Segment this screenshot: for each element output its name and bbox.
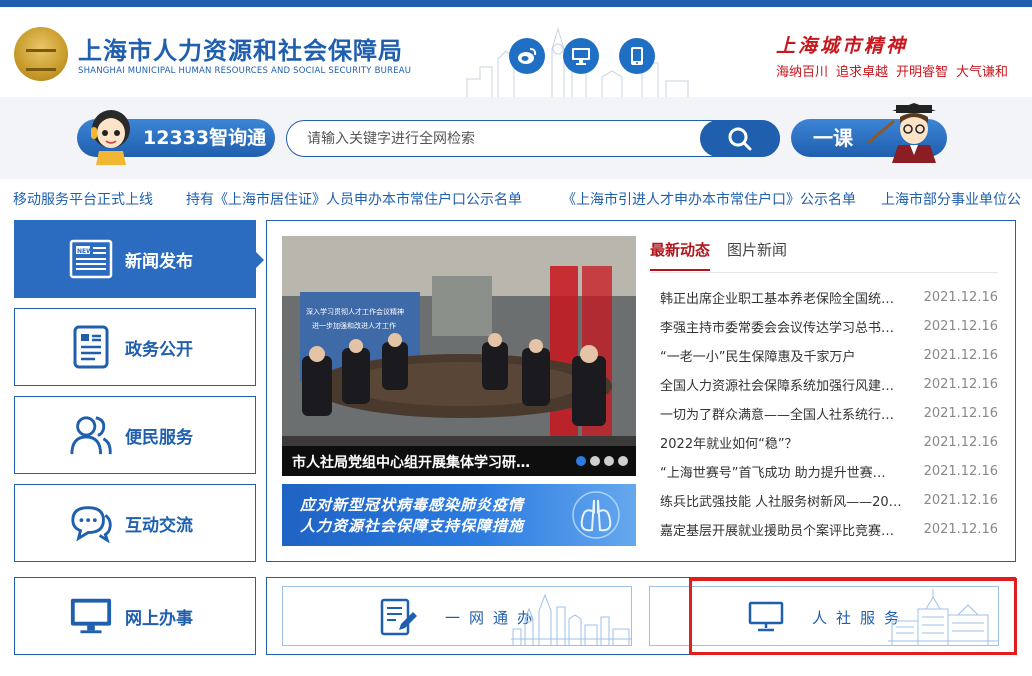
news-title[interactable]: 韩正出席企业职工基本养老保险全国统… (660, 288, 916, 307)
ticker-item[interactable]: 移动服务平台正式上线 (13, 189, 153, 209)
nav-label: 网上办事 (125, 608, 193, 629)
news-date: 2021.12.16 (923, 435, 998, 450)
highlight-box (689, 578, 1017, 655)
nav-label: 便民服务 (125, 427, 193, 448)
tab-photo-news[interactable]: 图片新闻 (727, 239, 787, 269)
nav-interaction[interactable]: 互动交流 (14, 484, 256, 562)
document-icon (69, 325, 113, 369)
one-stop-service-card[interactable]: 一网通办 (282, 586, 632, 646)
weibo-button[interactable] (509, 38, 545, 74)
news-title[interactable]: 2022年就业如何“稳”？ (660, 433, 916, 452)
site-title[interactable]: 上海市人力资源和社会保障局 (78, 31, 403, 66)
search-button[interactable] (700, 120, 780, 157)
svg-text:深入学习贯彻人才工作会议精神: 深入学习贯彻人才工作会议精神 (306, 307, 404, 316)
news-title[interactable]: 练兵比武强技能 人社服务树新风——20… (660, 491, 916, 510)
nav-public-services[interactable]: 便民服务 (14, 396, 256, 474)
ticker-item[interactable]: 《上海市引进人才申办本市常住户口》公示名单 (562, 189, 856, 209)
mobile-site-button[interactable] (619, 38, 655, 74)
nav-label: 政务公开 (125, 339, 193, 360)
site-header: 上海市人力资源和社会保障局 SHANGHAI MUNICIPAL HUMAN R… (0, 7, 1032, 103)
nav-label: 互动交流 (125, 515, 193, 536)
spirit-phrase: 大气谦和 (956, 65, 1009, 80)
photo-caption-bar: 市人社局党组中心组开展集体学习研… (282, 446, 636, 476)
chat-icon (69, 501, 113, 545)
search-input[interactable] (307, 121, 697, 156)
featured-news-photo[interactable]: 深入学习贯彻人才工作会议精神 进一步加强和改进人才工作 市人社局党组中心组开展集… (282, 236, 636, 476)
lungs-icon (572, 491, 620, 539)
news-list: 韩正出席企业职工基本养老保险全国统… 2021.12.16 李强主持市委常委会会议… (660, 283, 1000, 544)
spirit-phrase: 开明睿智 (896, 65, 949, 80)
news-item[interactable]: 嘉定基层开展就业援助员个案评比竞赛… 2021.12.16 (660, 515, 1000, 544)
news-date: 2021.12.16 (923, 522, 998, 537)
news-date: 2021.12.16 (923, 406, 998, 421)
news-title[interactable]: “上海世赛号”首飞成功 助力提升世赛… (660, 462, 916, 481)
news-panel: 深入学习贯彻人才工作会议精神 进一步加强和改进人才工作 市人社局党组中心组开展集… (266, 220, 1016, 562)
news-ticker: 移动服务平台正式上线 持有《上海市居住证》人员申办本市常住户口公示名单 《上海市… (0, 186, 1032, 212)
news-item[interactable]: 韩正出席企业职工基本养老保险全国统… 2021.12.16 (660, 283, 1000, 312)
form-edit-icon (380, 598, 417, 636)
news-item[interactable]: 一切为了群众满意——全国人社系统行… 2021.12.16 (660, 399, 1000, 428)
monitor-icon (69, 594, 113, 638)
news-item[interactable]: 李强主持市委常委会会议传达学习总书… 2021.12.16 (660, 312, 1000, 341)
news-item[interactable]: “一老一小”民生保障惠及千家万户 2021.12.16 (660, 341, 1000, 370)
mobile-phone-icon (631, 47, 643, 65)
search-band: 12333智询通 一课 (0, 97, 1032, 179)
carousel-dot[interactable] (618, 456, 628, 466)
carousel-dots (572, 456, 628, 466)
news-title[interactable]: “一老一小”民生保障惠及千家万户 (660, 346, 916, 365)
ticker-item[interactable]: 上海市部分事业单位公 (881, 189, 1021, 209)
news-date: 2021.12.16 (923, 319, 998, 334)
news-date: 2021.12.16 (923, 464, 998, 479)
desktop-icon (572, 48, 590, 65)
nav-online-services[interactable]: 网上办事 (14, 577, 256, 655)
news-title[interactable]: 全国人力资源社会保障系统加强行风建… (660, 375, 916, 394)
tab-latest-news[interactable]: 最新动态 (650, 239, 711, 271)
assistant-mascot-icon (91, 110, 130, 165)
bureau-emblem-icon[interactable] (14, 27, 68, 81)
banner-line: 人力资源社会保障支持保障措施 (300, 517, 525, 535)
news-icon: NEWS (69, 237, 113, 281)
people-icon (69, 413, 113, 457)
site-title-english: SHANGHAI MUNICIPAL HUMAN RESOURCES AND S… (78, 66, 412, 76)
news-date: 2021.12.16 (923, 493, 998, 508)
news-tabs: 最新动态 图片新闻 (650, 233, 998, 273)
city-spirit-phrases: 海纳百川 追求卓越 开明睿智 大气谦和 (776, 61, 1016, 80)
spirit-phrase: 海纳百川 (776, 65, 829, 80)
spirit-phrase: 追求卓越 (836, 65, 889, 80)
news-title[interactable]: 一切为了群众满意——全国人社系统行… (660, 404, 916, 423)
top-accent-bar (0, 0, 1032, 7)
search-box (286, 120, 780, 157)
photo-caption[interactable]: 市人社局党组中心组开展集体学习研… (292, 452, 530, 472)
search-icon (728, 127, 752, 150)
teacher-mascot-icon (867, 103, 936, 163)
news-item[interactable]: 2022年就业如何“稳”？ 2021.12.16 (660, 428, 1000, 457)
news-date: 2021.12.16 (923, 348, 998, 363)
carousel-dot[interactable] (576, 456, 586, 466)
ticker-item[interactable]: 持有《上海市居住证》人员申办本市常住户口公示名单 (186, 189, 522, 209)
skyline-illustration (511, 593, 631, 645)
weibo-icon (518, 48, 537, 64)
nav-government-affairs[interactable]: 政务公开 (14, 308, 256, 386)
svg-text:进一步加强和改进人才工作: 进一步加强和改进人才工作 (312, 321, 396, 330)
desktop-site-button[interactable] (563, 38, 599, 74)
banner-line: 应对新型冠状病毒感染肺炎疫情 (300, 496, 525, 514)
news-title[interactable]: 嘉定基层开展就业援助员个案评比竞赛… (660, 520, 916, 539)
news-item[interactable]: 全国人力资源社会保障系统加强行风建… 2021.12.16 (660, 370, 1000, 399)
news-date: 2021.12.16 (923, 290, 998, 305)
news-title[interactable]: 李强主持市委常委会会议传达学习总书… (660, 317, 916, 336)
carousel-dot[interactable] (604, 456, 614, 466)
city-spirit-title: 上海城市精神 (776, 35, 909, 57)
nav-news-release[interactable]: NEWS 新闻发布 (14, 220, 264, 298)
news-item[interactable]: 练兵比武强技能 人社服务树新风——20… 2021.12.16 (660, 486, 1000, 515)
nav-label: 新闻发布 (125, 251, 193, 272)
news-item[interactable]: “上海世赛号”首飞成功 助力提升世赛… 2021.12.16 (660, 457, 1000, 486)
meeting-photo-illustration: 深入学习贯彻人才工作会议精神 进一步加强和改进人才工作 (282, 236, 636, 476)
epidemic-measures-banner[interactable]: 应对新型冠状病毒感染肺炎疫情 人力资源社会保障支持保障措施 (282, 484, 636, 546)
news-date: 2021.12.16 (923, 377, 998, 392)
carousel-dot[interactable] (590, 456, 600, 466)
